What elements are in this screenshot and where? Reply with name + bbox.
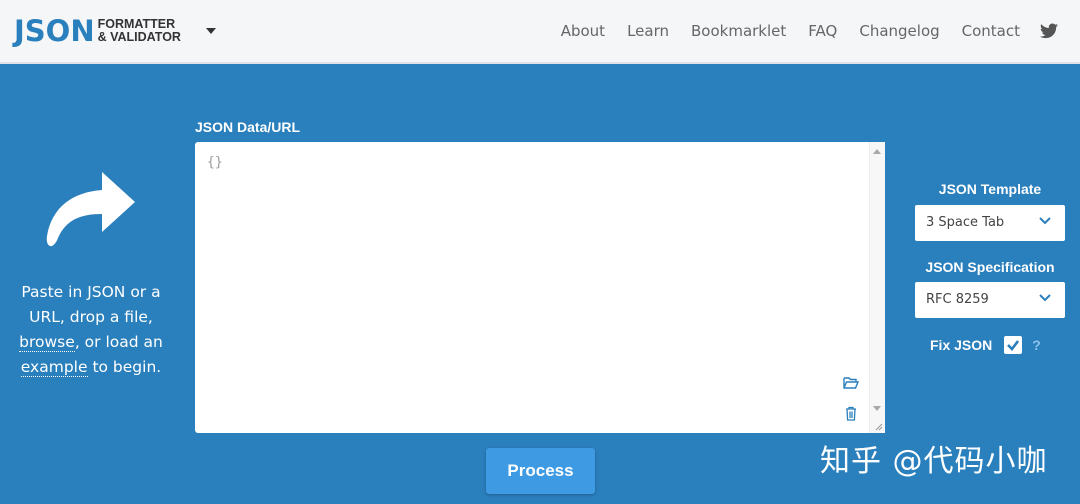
logo-subtitle-line-1: FORMATTER — [97, 17, 176, 31]
fix-json-option: Fix JSON ? — [930, 336, 1041, 354]
intro-text-3: to begin. — [87, 358, 162, 376]
intro-text-2: , or load an — [74, 333, 163, 351]
fix-json-checkbox[interactable] — [1004, 336, 1023, 354]
twitter-icon[interactable] — [1040, 23, 1058, 39]
json-template-value: 3 Space Tab — [926, 215, 1005, 230]
share-arrow-icon — [46, 172, 136, 247]
main-nav: About Learn Bookmarklet FAQ Changelog Co… — [539, 22, 1058, 40]
nav-link-faq[interactable]: FAQ — [808, 22, 837, 40]
intro-text-1: Paste in JSON or a URL, drop a file, — [21, 283, 161, 326]
browse-link[interactable]: browse — [19, 333, 75, 352]
chevron-down-icon — [1039, 294, 1051, 302]
scroll-up-arrow-icon[interactable] — [873, 149, 881, 154]
json-input-textarea[interactable]: {} — [195, 142, 885, 433]
chevron-down-icon — [1039, 217, 1051, 225]
json-input-value: {} — [207, 155, 223, 170]
json-specification-value: RFC 8259 — [926, 292, 989, 307]
editor-scrollbar[interactable] — [869, 142, 885, 433]
resize-handle-icon[interactable] — [873, 421, 883, 431]
json-specification-label: JSON Specification — [925, 259, 1055, 275]
nav-link-changelog[interactable]: Changelog — [859, 22, 939, 40]
logo-subtitle: FORMATTER & VALIDATOR — [98, 18, 181, 44]
nav-link-learn[interactable]: Learn — [627, 22, 669, 40]
json-template-label: JSON Template — [938, 181, 1042, 197]
process-button[interactable]: Process — [486, 448, 595, 494]
scroll-down-arrow-icon[interactable] — [873, 406, 881, 411]
nav-link-about[interactable]: About — [561, 22, 605, 40]
json-template-select[interactable]: 3 Space Tab — [915, 205, 1065, 241]
nav-link-contact[interactable]: Contact — [962, 22, 1020, 40]
logo-dropdown-caret-icon[interactable] — [206, 28, 216, 34]
example-link[interactable]: example — [20, 358, 88, 377]
json-specification-select[interactable]: RFC 8259 — [915, 282, 1065, 318]
intro-instructions: Paste in JSON or a URL, drop a file, bro… — [16, 280, 166, 380]
top-navigation-bar: JSON FORMATTER & VALIDATOR About Learn B… — [0, 0, 1080, 64]
checkmark-icon — [1007, 340, 1020, 351]
json-data-label: JSON Data/URL — [195, 119, 301, 135]
fix-json-label: Fix JSON — [930, 337, 993, 353]
trash-icon[interactable] — [845, 406, 857, 421]
logo-subtitle-line-2: & VALIDATOR — [97, 30, 181, 44]
fix-json-help-icon[interactable]: ? — [1032, 337, 1041, 353]
watermark-text: 知乎 @代码小咖 — [820, 444, 1048, 479]
site-logo[interactable]: JSON FORMATTER & VALIDATOR — [14, 14, 181, 48]
open-folder-icon[interactable] — [843, 376, 859, 390]
nav-link-bookmarklet[interactable]: Bookmarklet — [691, 22, 786, 40]
logo-json-text: JSON — [14, 14, 95, 48]
